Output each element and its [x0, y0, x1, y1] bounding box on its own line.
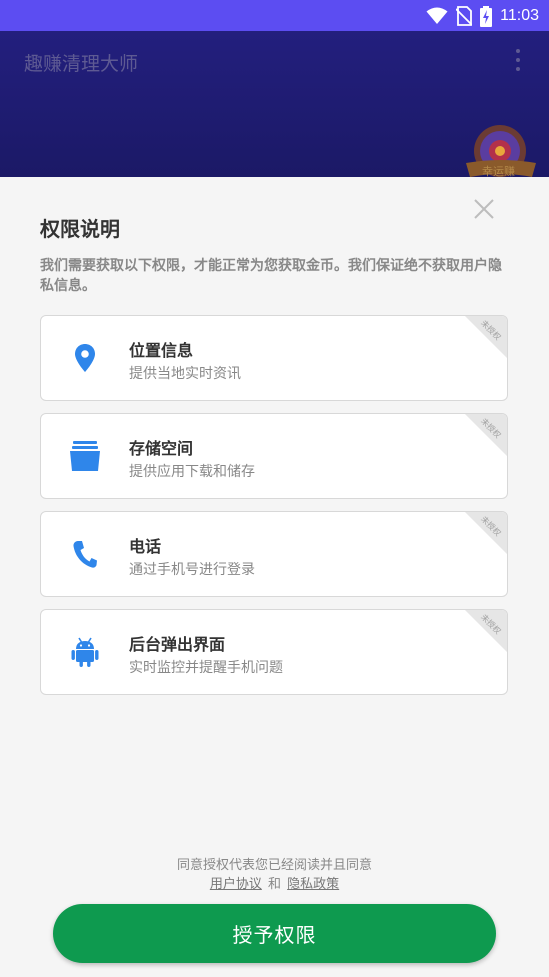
lucky-wheel-badge[interactable]: 幸运赚 [462, 123, 542, 177]
no-sim-icon [456, 6, 473, 26]
permission-list: 位置信息 提供当地实时资讯 未授权 存储空间 提供应用下载和储存 未授权 电话 … [40, 315, 508, 707]
grant-permission-button[interactable]: 授予权限 [53, 904, 496, 963]
phone-icon [67, 536, 103, 572]
unauthorized-tag: 未授权 [465, 414, 507, 456]
permission-item-location[interactable]: 位置信息 提供当地实时资讯 未授权 [40, 315, 508, 401]
status-bar: 11:03 [0, 0, 549, 31]
app-bar: 趣赚清理大师 幸运赚 [0, 31, 549, 177]
and-text: 和 [267, 877, 281, 892]
unauthorized-tag: 未授权 [465, 316, 507, 358]
permission-desc: 提供应用下载和储存 [129, 464, 255, 480]
permission-name: 存储空间 [129, 439, 194, 458]
status-time: 11:03 [500, 7, 539, 24]
battery-charging-icon [480, 5, 493, 27]
location-pin-icon [67, 340, 103, 376]
permission-name: 电话 [129, 537, 162, 556]
permission-name: 后台弹出界面 [129, 635, 226, 654]
permission-desc: 通过手机号进行登录 [129, 562, 255, 578]
storage-icon [67, 438, 103, 474]
user-agreement-link[interactable]: 用户协议 [210, 877, 262, 892]
permission-desc: 实时监控并提醒手机问题 [129, 660, 283, 676]
status-icons: 11:03 [426, 5, 539, 27]
permission-item-storage[interactable]: 存储空间 提供应用下载和储存 未授权 [40, 413, 508, 499]
dialog-description: 我们需要获取以下权限，才能正常为您获取金币。我们保证绝不获取用户隐私信息。 [40, 258, 502, 294]
permission-name: 位置信息 [129, 341, 194, 360]
close-icon [474, 199, 494, 219]
permission-dialog: 权限说明 我们需要获取以下权限，才能正常为您获取金币。我们保证绝不获取用户隐私信… [0, 177, 549, 977]
overflow-menu-icon[interactable] [513, 49, 523, 71]
android-icon [67, 634, 103, 670]
permission-item-background-popup[interactable]: 后台弹出界面 实时监控并提醒手机问题 未授权 [40, 609, 508, 695]
permission-item-phone[interactable]: 电话 通过手机号进行登录 未授权 [40, 511, 508, 597]
permission-desc: 提供当地实时资讯 [129, 366, 241, 382]
lucky-wheel-label: 幸运赚 [482, 165, 515, 177]
wifi-icon [426, 7, 448, 24]
close-button[interactable] [470, 195, 498, 223]
privacy-policy-link[interactable]: 隐私政策 [287, 877, 339, 892]
app-title: 趣赚清理大师 [24, 53, 139, 75]
unauthorized-tag: 未授权 [465, 610, 507, 652]
agreement-text: 同意授权代表您已经阅读并且同意 [176, 858, 372, 873]
unauthorized-tag: 未授权 [465, 512, 507, 554]
dialog-title: 权限说明 [40, 217, 120, 241]
agreement-links: 用户协议 和 隐私政策 [0, 873, 549, 892]
